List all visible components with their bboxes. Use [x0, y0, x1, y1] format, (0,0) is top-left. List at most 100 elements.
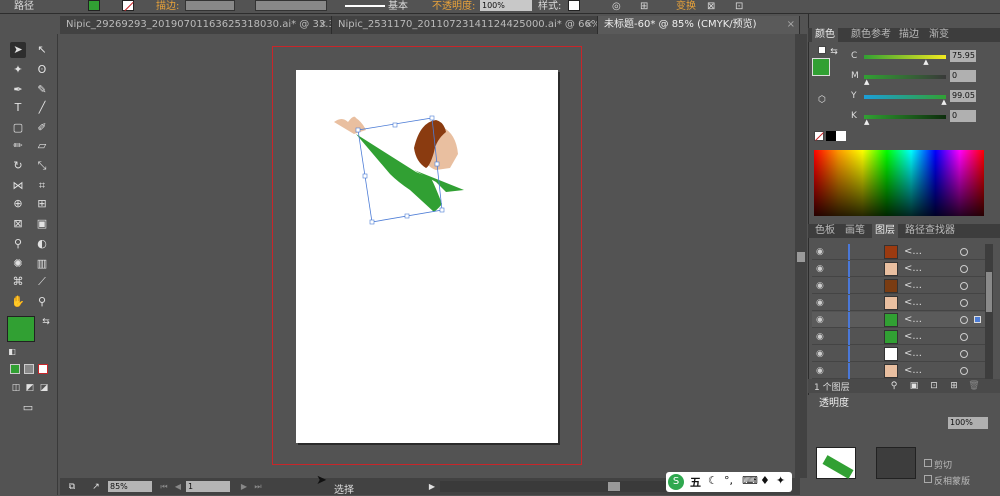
previous-artboard-icon[interactable]: ◀ [170, 479, 186, 495]
column-graph-tool-icon[interactable]: ▥ [34, 256, 50, 272]
layers-scrollbar[interactable] [985, 244, 993, 379]
style-swatch[interactable] [568, 0, 580, 11]
eye-icon[interactable]: ◉ [816, 332, 826, 342]
free-transform-tool-icon[interactable]: ⌗ [34, 178, 50, 194]
channel-m-value[interactable]: 0 [950, 70, 976, 82]
blend-tool-icon[interactable]: ◐ [34, 236, 50, 252]
opacity-field[interactable]: 100% [480, 0, 532, 11]
hand-tool-icon[interactable]: ✋ [10, 294, 26, 310]
zoom-tool-icon[interactable]: ⚲ [34, 294, 50, 310]
artboard-number-field[interactable]: 1 [186, 481, 230, 492]
draw-inside-icon[interactable]: ◪ [36, 380, 52, 396]
eye-icon[interactable]: ◉ [816, 298, 826, 308]
eye-icon[interactable]: ◉ [816, 281, 826, 291]
handle[interactable] [429, 115, 435, 121]
none-mode-icon[interactable] [38, 364, 48, 374]
isolate-icon[interactable]: ⊠ [707, 0, 715, 13]
transparency-opacity-field[interactable]: 100% [948, 417, 988, 429]
eye-icon[interactable]: ◉ [816, 366, 826, 376]
artboard-tool-icon[interactable]: ⌘ [10, 274, 26, 290]
clipping-mask-icon[interactable]: ▣ [906, 378, 922, 394]
color-mode-icon[interactable] [10, 364, 20, 374]
handle[interactable] [355, 127, 361, 133]
invert-mask-checkbox[interactable] [924, 475, 932, 483]
zoom-field[interactable]: 85% [108, 481, 152, 492]
target-icon[interactable] [960, 316, 968, 324]
target-icon[interactable] [960, 265, 968, 273]
eraser-tool-icon[interactable]: ▱ [34, 138, 50, 154]
tab-color[interactable]: 颜色 [812, 28, 838, 42]
stroke-weight-field[interactable] [185, 0, 235, 11]
layer-row[interactable]: ◉ <... [812, 329, 992, 345]
transform-link[interactable]: 变换 [676, 0, 696, 13]
layer-row[interactable]: ◉ <... [812, 244, 992, 260]
keyboard-icon[interactable]: ⌨ [742, 474, 758, 487]
line-tool-icon[interactable]: ╱ [34, 100, 50, 116]
rectangle-tool-icon[interactable]: ▢ [10, 120, 26, 136]
color-panel-fill-box[interactable] [812, 58, 830, 76]
channel-m-slider[interactable]: ▲ [864, 75, 946, 86]
tab-color-guide[interactable]: 颜色参考 [848, 28, 894, 42]
locate-object-icon[interactable]: ⚲ [886, 378, 902, 394]
fill-swatch[interactable] [88, 0, 100, 11]
eye-icon[interactable]: ◉ [816, 315, 826, 325]
hand-shape[interactable] [334, 116, 366, 134]
make-mask-button[interactable] [876, 447, 916, 479]
ime-mode-label[interactable]: 五 [690, 474, 701, 490]
eyedropper-tool-icon[interactable]: ⚲ [10, 236, 26, 252]
pencil-tool-icon[interactable]: ✏ [10, 138, 26, 154]
gradient-mode-icon[interactable] [24, 364, 34, 374]
target-icon[interactable] [960, 248, 968, 256]
layer-row[interactable]: ◉ <... [812, 295, 992, 311]
fill-color-box[interactable] [7, 316, 35, 342]
layer-row[interactable]: ◉ <... [812, 278, 992, 294]
channel-k-value[interactable]: 0 [950, 110, 976, 122]
white-swatch[interactable] [836, 131, 846, 141]
handle[interactable] [369, 219, 375, 225]
canvas-vertical-scrollbar[interactable] [795, 34, 807, 478]
stroke-label[interactable]: 描边: [156, 0, 179, 13]
channel-y-slider[interactable]: ▲ [864, 95, 947, 106]
target-icon[interactable] [960, 350, 968, 358]
tab-swatches[interactable]: 色板 [812, 224, 838, 238]
eye-icon[interactable]: ◉ [816, 264, 826, 274]
punctuation-icon[interactable]: °, [724, 474, 733, 487]
tab-stroke[interactable]: 描边 [896, 28, 922, 42]
paintbrush-tool-icon[interactable]: ✐ [34, 120, 50, 136]
variable-width-dropdown[interactable] [255, 0, 327, 11]
handle[interactable] [404, 213, 410, 219]
channel-c-value[interactable]: 75.95 [950, 50, 976, 62]
ime-logo-icon[interactable]: S [668, 474, 684, 490]
arrange-icon[interactable]: ⊡ [735, 0, 743, 13]
none-swatch[interactable] [814, 131, 824, 141]
width-tool-icon[interactable]: ⋈ [10, 178, 26, 194]
screen-mode-icon[interactable]: ▭ [20, 400, 36, 416]
channel-y-value[interactable]: 99.05 [950, 90, 976, 102]
tab-document-1[interactable]: Nipic_29269293_20190701163625318030.ai* … [60, 16, 332, 34]
tab-gradient[interactable]: 渐变 [926, 28, 952, 42]
skin-icon[interactable]: ♦ [760, 474, 770, 487]
perspective-grid-tool-icon[interactable]: ⊞ [34, 196, 50, 212]
swap-fill-stroke-icon[interactable]: ⇆ [826, 44, 842, 60]
last-artboard-icon[interactable]: ⏭ [250, 479, 266, 495]
eye-icon[interactable]: ◉ [816, 247, 826, 257]
stroke-swatch[interactable] [122, 0, 134, 12]
close-icon[interactable]: × [585, 16, 593, 34]
color-spectrum[interactable] [814, 150, 984, 216]
channel-c-slider[interactable]: ▲ [864, 55, 946, 66]
color-panel-stroke-box[interactable] [818, 46, 826, 54]
opacity-label[interactable]: 不透明度: [432, 0, 475, 13]
layer-row[interactable]: ◉ <... [812, 363, 992, 379]
tab-brushes[interactable]: 画笔 [842, 224, 868, 238]
lasso-tool-icon[interactable]: ʘ [34, 62, 50, 78]
scale-tool-icon[interactable]: ⤡ [34, 158, 50, 174]
new-layer-icon[interactable]: ⊞ [946, 378, 962, 394]
stroke-profile-label[interactable]: 基本 [388, 0, 408, 13]
target-icon[interactable] [960, 299, 968, 307]
type-tool-icon[interactable]: T [10, 100, 26, 116]
symbol-sprayer-tool-icon[interactable]: ✺ [10, 256, 26, 272]
tab-transparency[interactable]: 透明度 [816, 397, 852, 411]
delete-layer-icon[interactable]: 🗑 [966, 378, 982, 394]
target-icon[interactable] [960, 282, 968, 290]
curvature-tool-icon[interactable]: ✎ [34, 82, 50, 98]
